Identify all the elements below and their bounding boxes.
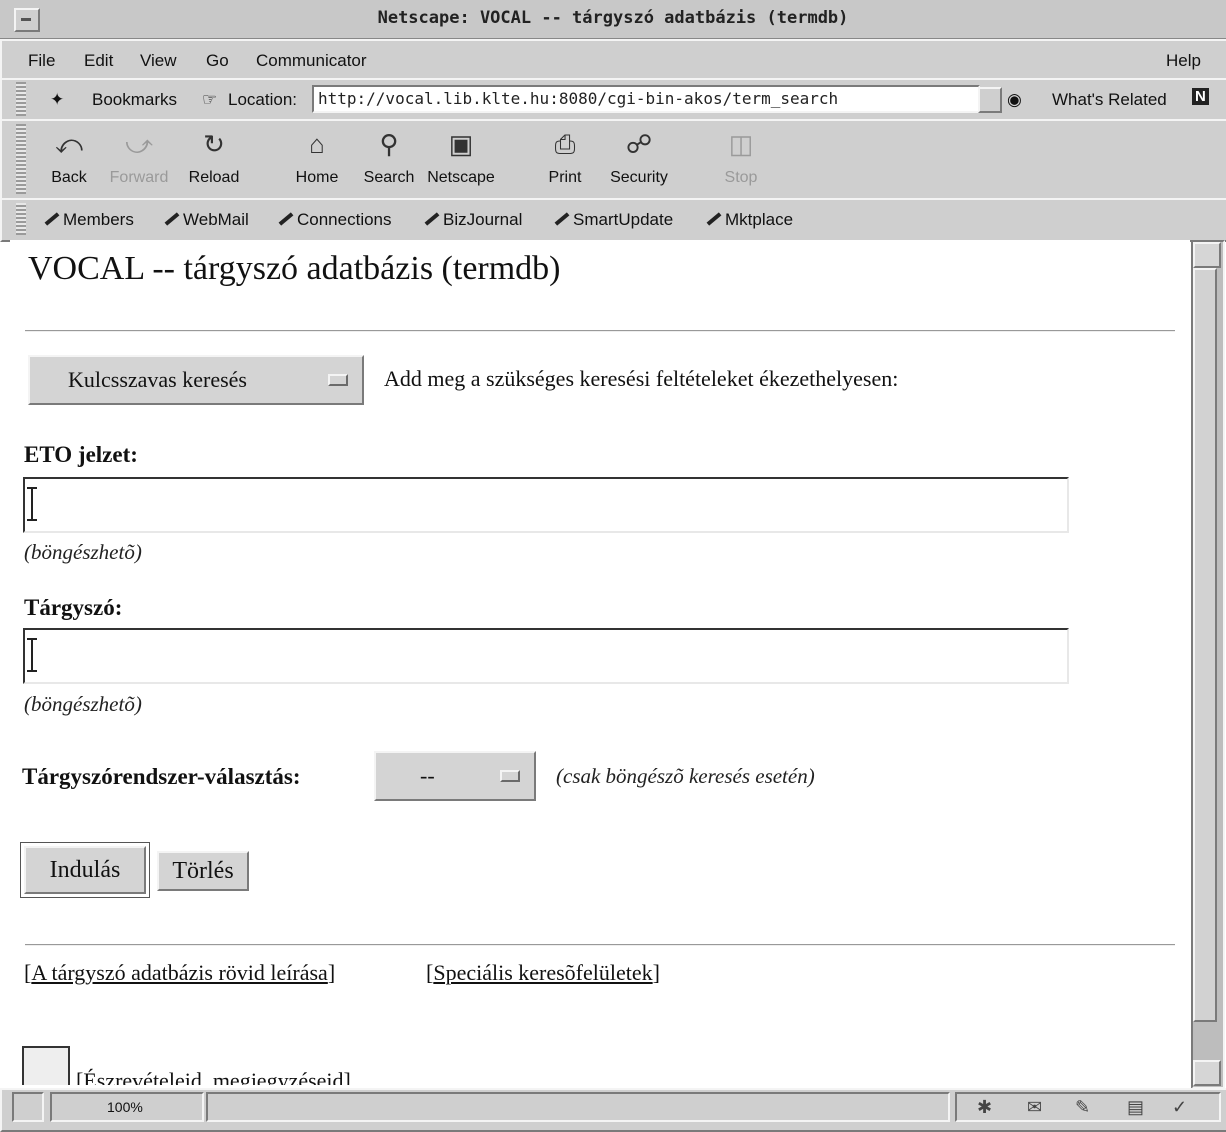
bookmark-pin-icon [422, 212, 440, 226]
link-feedback[interactable]: [Észrevételeid, megjegyzéseid] [76, 1068, 351, 1085]
targyszo-hint: (böngészhetõ) [24, 692, 142, 716]
stop-icon: ◫ [728, 129, 754, 159]
url-dropdown-button[interactable] [978, 87, 1002, 113]
link-special-interfaces[interactable]: [Speciális keresõfelületek] [426, 960, 660, 986]
menu-help[interactable]: Help [1166, 51, 1201, 71]
location-toolbar: ✦ Bookmarks ☞ Location: http://vocal.lib… [0, 78, 1226, 122]
security-button[interactable]: ☍ Security [604, 127, 674, 187]
eto-hint: (böngészhetõ) [24, 540, 142, 564]
menu-communicator[interactable]: Communicator [256, 51, 367, 71]
bookmark-members[interactable]: Members [42, 210, 134, 230]
menu-file[interactable]: File [28, 51, 55, 71]
submit-button[interactable]: Indulás [20, 842, 150, 898]
composer-icon[interactable]: ✓ [1172, 1097, 1187, 1118]
personal-toolbar: Members WebMail Connections BizJournal S… [0, 198, 1226, 242]
system-hint: (csak böngészõ keresés esetén) [556, 764, 815, 788]
text-cursor [27, 487, 37, 521]
url-input[interactable]: http://vocal.lib.klte.hu:8080/cgi-bin-ak… [312, 85, 980, 113]
whats-related-icon[interactable]: ◉ [1007, 90, 1022, 110]
bookmark-webmail[interactable]: WebMail [162, 210, 249, 230]
page-title: VOCAL -- tárgyszó adatbázis (termdb) [28, 250, 561, 287]
link-description[interactable]: [A tárgyszó adatbázis rövid leírása] [24, 960, 335, 986]
search-icon: ⚲ [379, 129, 399, 159]
search-button[interactable]: ⚲ Search [354, 127, 424, 187]
bookmark-mktplace[interactable]: Mktplace [704, 210, 793, 230]
search-mode-select[interactable]: Kulcsszavas keresés [28, 355, 364, 405]
print-icon: ⎙ [554, 129, 576, 159]
bookmarks-button[interactable]: Bookmarks [92, 90, 177, 110]
my-netscape-icon: ▣ [448, 129, 474, 159]
stop-button[interactable]: ◫ Stop [706, 127, 776, 187]
window-title-bar[interactable]: Netscape: VOCAL -- tárgyszó adatbázis (t… [0, 0, 1226, 39]
reset-button[interactable]: Törlés [157, 851, 249, 891]
home-button[interactable]: ⌂ Home [282, 127, 352, 187]
scroll-up-arrow-icon[interactable] [1193, 242, 1221, 268]
address-book-icon[interactable]: ▤ [1127, 1097, 1144, 1118]
bookmark-connections[interactable]: Connections [276, 210, 392, 230]
location-icon[interactable]: ☞ [202, 90, 217, 110]
option-menu-indicator-icon [328, 374, 348, 386]
system-select[interactable]: -- [374, 751, 536, 801]
divider [25, 944, 1175, 946]
mailbox-icon[interactable]: ✉ [1027, 1097, 1042, 1118]
menu-edit[interactable]: Edit [84, 51, 113, 71]
text-cursor [27, 638, 37, 672]
system-label: Tárgyszórendszer-választás: [22, 764, 301, 789]
window-title: Netscape: VOCAL -- tárgyszó adatbázis (t… [377, 8, 849, 28]
divider [25, 330, 1175, 332]
progress-indicator: 100% [50, 1092, 204, 1122]
discussions-icon[interactable]: ✎ [1075, 1097, 1090, 1118]
mail-document-icon[interactable] [22, 1046, 70, 1085]
toolbar-grip[interactable] [16, 82, 26, 116]
component-bar: ✱ ✉ ✎ ▤ ✓ [955, 1092, 1221, 1122]
forward-arrow-icon: ⤻ [125, 129, 153, 159]
bookmark-pin-icon [552, 212, 570, 226]
navigation-toolbar: ⤺ Back ⤻ Forward ↻ Reload ⌂ Home ⚲ Searc… [0, 119, 1226, 201]
print-button[interactable]: ⎙ Print [530, 127, 600, 187]
bookmark-pin-icon [162, 212, 180, 226]
instruction-text: Add meg a szükséges keresési feltételeke… [384, 366, 899, 391]
home-icon: ⌂ [309, 129, 325, 159]
targyszo-input[interactable] [23, 628, 1069, 684]
forward-button[interactable]: ⤻ Forward [104, 127, 174, 187]
eto-input[interactable] [23, 477, 1069, 533]
reload-button[interactable]: ↻ Reload [179, 127, 249, 187]
menu-view[interactable]: View [140, 51, 177, 71]
netscape-logo-icon[interactable]: N [1192, 88, 1209, 105]
bookmark-bizjournal[interactable]: BizJournal [422, 210, 522, 230]
targyszo-label: Tárgyszó: [24, 595, 123, 620]
toolbar-grip[interactable] [16, 203, 26, 235]
scrollbar-thumb[interactable] [1193, 268, 1217, 1022]
zoom-percentage: 100% [107, 1099, 143, 1115]
back-button[interactable]: ⤺ Back [34, 127, 104, 187]
back-arrow-icon: ⤺ [55, 129, 83, 159]
menu-go[interactable]: Go [206, 51, 229, 71]
bookmark-pin-icon [42, 212, 60, 226]
bookmark-pin-icon [276, 212, 294, 226]
whats-related-button[interactable]: What's Related [1052, 90, 1167, 110]
bookmark-smartupdate[interactable]: SmartUpdate [552, 210, 673, 230]
padlock-icon: ☍ [625, 129, 653, 159]
option-menu-indicator-icon [500, 770, 520, 782]
navigator-icon[interactable]: ✱ [977, 1097, 992, 1118]
reload-icon: ↻ [203, 129, 225, 159]
menu-bar: File Edit View Go Communicator Help [0, 39, 1226, 81]
status-message [206, 1092, 950, 1122]
page-content: VOCAL -- tárgyszó adatbázis (termdb) Kul… [10, 240, 1190, 1085]
bookmarks-icon[interactable]: ✦ [50, 90, 64, 110]
location-label: Location: [228, 90, 297, 109]
eto-label: ETO jelzet: [24, 442, 138, 467]
netscape-button[interactable]: ▣ Netscape [426, 127, 496, 187]
security-lock-icon[interactable] [12, 1092, 44, 1122]
bookmark-pin-icon [704, 212, 722, 226]
scroll-down-arrow-icon[interactable] [1193, 1060, 1221, 1086]
toolbar-grip[interactable] [16, 124, 26, 194]
